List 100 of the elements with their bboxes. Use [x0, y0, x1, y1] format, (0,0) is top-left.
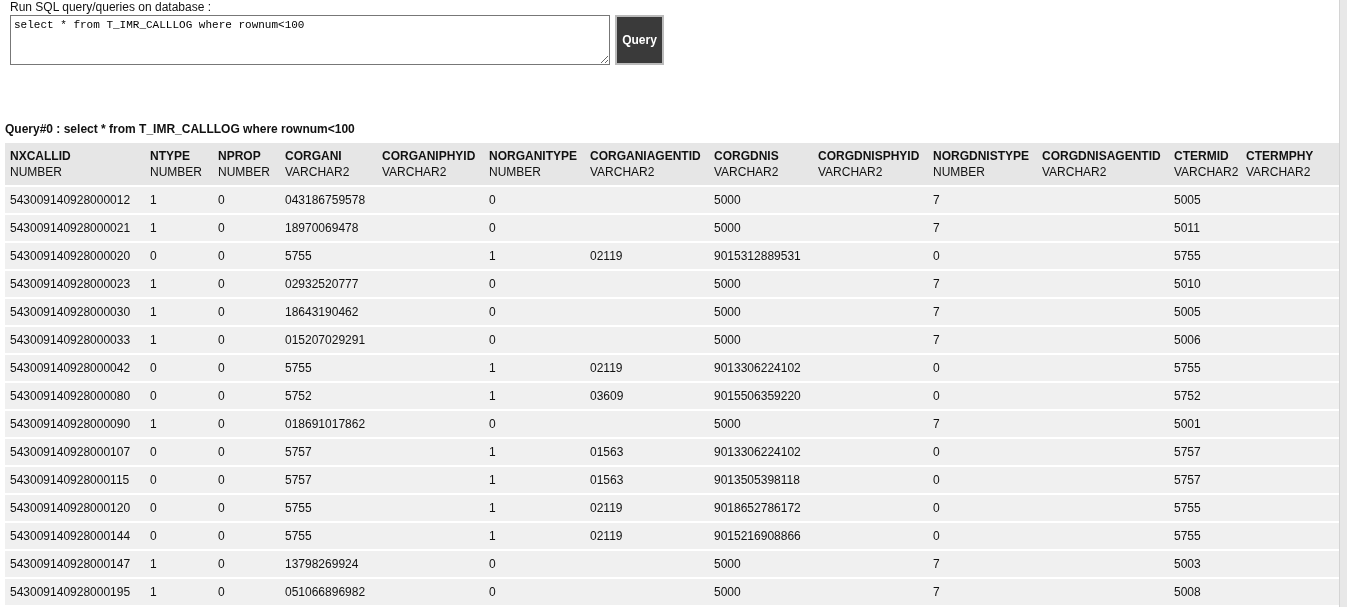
table-cell: 5000 — [714, 333, 741, 347]
table-cell: 0 — [933, 473, 940, 487]
table-cell: 0 — [218, 557, 225, 571]
column-type: VARCHAR2 — [1174, 164, 1236, 180]
table-cell: 02119 — [590, 529, 623, 543]
table-cell: 7 — [933, 277, 940, 291]
column-name: NXCALLID — [10, 148, 72, 164]
table-cell: 9015506359220 — [714, 389, 801, 403]
column-type: NUMBER — [218, 164, 271, 180]
form-label: Run SQL query/queries on database : — [10, 0, 213, 14]
table-cell: 1 — [489, 445, 496, 459]
table-cell: 1 — [489, 529, 496, 543]
column-type: NUMBER — [489, 164, 542, 180]
column-name: CTERMPHY — [1246, 148, 1315, 164]
table-cell: 543009140928000012 — [10, 193, 131, 207]
table-cell: 5003 — [1174, 557, 1201, 571]
table-cell: 5006 — [1174, 333, 1201, 347]
table-cell: 5011 — [1174, 221, 1200, 235]
table-cell: 5000 — [714, 277, 741, 291]
table-cell: 5755 — [1174, 361, 1201, 375]
table-cell: 0 — [218, 417, 225, 431]
table-cell: 9013505398118 — [714, 473, 800, 487]
table-cell: 0 — [218, 333, 225, 347]
table-cell: 5755 — [1174, 249, 1201, 263]
table-cell: 1 — [150, 417, 157, 431]
table-cell: 0 — [489, 221, 496, 235]
table-cell: 0 — [218, 361, 225, 375]
query-button[interactable]: Query — [615, 15, 664, 65]
column-name: CORGDNISAGENTID — [1042, 148, 1162, 164]
table-cell: 9015216908866 — [714, 529, 801, 543]
table-cell: 0 — [933, 389, 940, 403]
column-type: VARCHAR2 — [1246, 164, 1312, 180]
table-cell: 5757 — [1174, 445, 1201, 459]
table-cell: 0 — [218, 193, 225, 207]
table-cell: 0 — [218, 473, 225, 487]
table-cell: 0 — [218, 585, 225, 599]
table-cell: 0 — [933, 445, 940, 459]
table-cell: 0 — [150, 529, 157, 543]
table-cell: 5010 — [1174, 277, 1201, 291]
table-cell: 1 — [489, 361, 496, 375]
column-name: CORGANIPHYID — [382, 148, 477, 164]
table-cell: 7 — [933, 557, 940, 571]
table-cell: 7 — [933, 305, 940, 319]
column-name: NORGDNISTYPE — [933, 148, 1030, 164]
table-cell: 1 — [150, 305, 157, 319]
table-cell: 18970069478 — [285, 221, 359, 235]
table-cell: 1 — [150, 277, 157, 291]
column-name: NPROP — [218, 148, 262, 164]
table-cell: 5005 — [1174, 305, 1201, 319]
column-name: CTERMID — [1174, 148, 1230, 164]
column-name: NORGANITYPE — [489, 148, 578, 164]
table-cell: 5757 — [1174, 473, 1201, 487]
table-cell: 1 — [150, 193, 157, 207]
column-name: CORGDNIS — [714, 148, 780, 164]
table-cell: 1 — [489, 473, 496, 487]
table-cell: 543009140928000147 — [10, 557, 131, 571]
column-type: VARCHAR2 — [382, 164, 448, 180]
table-cell: 018691017862 — [285, 417, 366, 431]
scrollbar[interactable] — [1339, 0, 1347, 607]
column-type: VARCHAR2 — [590, 164, 656, 180]
table-cell: 0 — [489, 305, 496, 319]
table-cell: 1 — [489, 501, 496, 515]
column-name: CORGANIAGENTID — [590, 148, 702, 164]
table-cell: 1 — [150, 585, 157, 599]
column-type: NUMBER — [10, 164, 63, 180]
table-cell: 1 — [489, 249, 496, 263]
table-cell: 9015312889531 — [714, 249, 801, 263]
table-cell: 03609 — [590, 389, 624, 403]
table-cell: 0 — [218, 277, 225, 291]
table-cell: 5005 — [1174, 193, 1201, 207]
table-cell: 18643190462 — [285, 305, 359, 319]
table-cell: 543009140928000033 — [10, 333, 131, 347]
table-cell: 5757 — [285, 473, 312, 487]
column-type: VARCHAR2 — [714, 164, 780, 180]
table-cell: 5000 — [714, 193, 741, 207]
column-type: NUMBER — [933, 164, 986, 180]
table-cell: 9018652786172 — [714, 501, 801, 515]
table-cell: 7 — [933, 417, 940, 431]
table-cell: 5752 — [1174, 389, 1201, 403]
table-cell: 13798269924 — [285, 557, 359, 571]
table-cell: 9013306224102 — [714, 445, 801, 459]
query-input-field[interactable]: select * from T_IMR_CALLLOG where rownum<100 — [10, 15, 610, 65]
table-cell: 543009140928000021 — [10, 221, 131, 235]
table-cell: 0 — [150, 501, 157, 515]
table-cell: 0 — [489, 557, 496, 571]
table-cell: 0 — [218, 249, 225, 263]
table-cell: 02119 — [590, 501, 623, 515]
table-cell: 5001 — [1174, 417, 1201, 431]
table-cell: 543009140928000080 — [10, 389, 131, 403]
table-cell: 02119 — [590, 361, 623, 375]
table-cell: 015207029291 — [285, 333, 366, 347]
table-cell: 543009140928000107 — [10, 445, 131, 459]
table-cell: 0 — [218, 305, 225, 319]
table-cell: 0 — [933, 501, 940, 515]
table-cell: 1 — [489, 389, 496, 403]
table-cell: 5008 — [1174, 585, 1201, 599]
table-cell: 543009140928000115 — [10, 473, 130, 487]
table-cell: 0 — [489, 417, 496, 431]
table-cell: 5755 — [1174, 529, 1201, 543]
table-cell: 5755 — [285, 249, 312, 263]
